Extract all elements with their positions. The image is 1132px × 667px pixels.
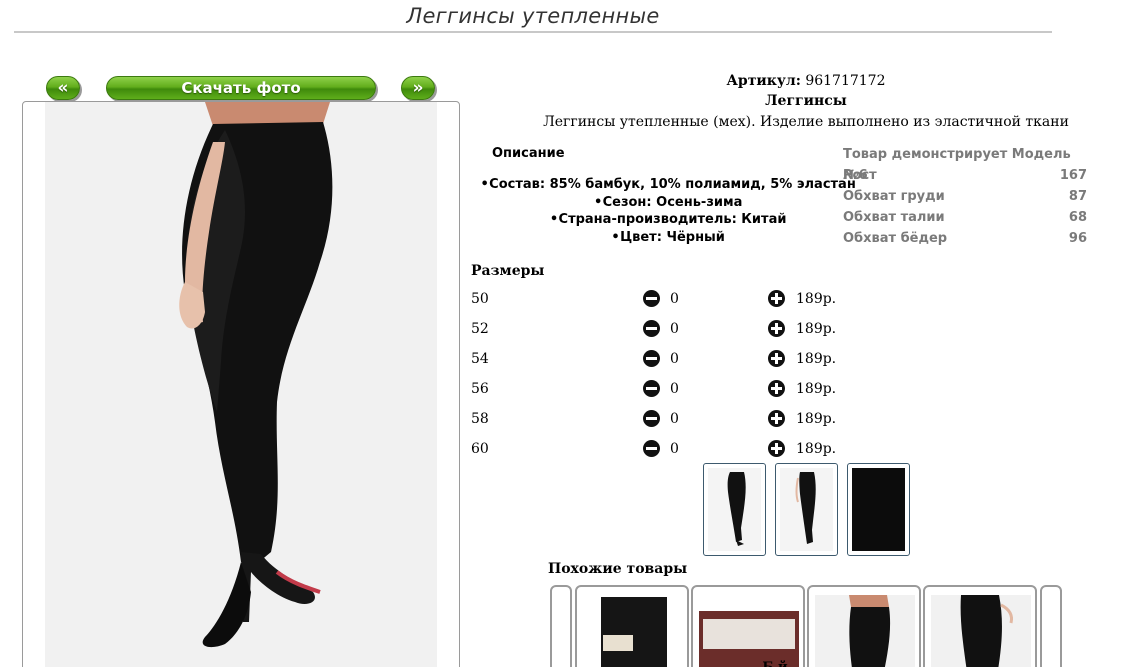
description-item: •Страна-производитель: Китай (549, 212, 787, 227)
carousel-prev-edge[interactable] (550, 585, 572, 667)
minus-circle-icon[interactable] (643, 290, 660, 307)
similar-product-card[interactable] (807, 585, 921, 667)
model-row: Рост 167 (843, 168, 1087, 183)
size-row: 56 0 189р. (471, 379, 851, 401)
description-item: •Сезон: Осень-зима (593, 194, 743, 210)
size-label: 58 (471, 411, 489, 427)
next-photo-button[interactable]: » (401, 76, 435, 100)
main-product-photo[interactable] (45, 102, 437, 667)
size-quantity: 0 (670, 441, 679, 457)
size-row: 60 0 189р. (471, 439, 851, 461)
minus-circle-icon[interactable] (643, 350, 660, 367)
plus-circle-icon[interactable] (768, 290, 785, 307)
size-label: 54 (471, 351, 489, 367)
download-photo-button[interactable]: Скачать фото (106, 76, 376, 100)
model-row: Обхват груди 87 (843, 189, 1087, 204)
carousel-next-edge[interactable] (1040, 585, 1062, 667)
model-measurements: Товар демонстрирует Модель №6 Рост 167 Об… (843, 144, 1087, 249)
size-price: 189р. (796, 381, 837, 397)
size-quantity: 0 (670, 291, 679, 307)
product-thumbnail[interactable] (847, 463, 910, 556)
similar-products-heading: Похожие товары (548, 561, 688, 577)
article-line: Артикул: 961717172 (470, 73, 1132, 89)
size-price: 189р. (796, 441, 837, 457)
size-quantity: 0 (670, 411, 679, 427)
size-label: 60 (471, 441, 489, 457)
size-price: 189р. (796, 321, 837, 337)
article-label: Артикул: (726, 73, 801, 89)
product-description: Леггинсы утепленные (мех). Изделие выпол… (543, 114, 1069, 130)
similar-product-image (815, 595, 915, 667)
description-list: •Состав: 85% бамбук, 10% полиамид, 5% эл… (478, 176, 858, 246)
size-row: 50 0 189р. (471, 289, 851, 311)
size-row: 54 0 189р. (471, 349, 851, 371)
similar-product-image (583, 595, 681, 667)
description-item: •Состав: 85% бамбук, 10% полиамид, 5% эл… (480, 177, 856, 192)
plus-circle-icon[interactable] (768, 410, 785, 427)
plus-circle-icon[interactable] (768, 440, 785, 457)
size-price: 189р. (796, 351, 837, 367)
page-title: Леггинсы утепленные (406, 4, 660, 28)
minus-circle-icon[interactable] (643, 380, 660, 397)
description-item: •Цвет: Чёрный (611, 229, 725, 245)
similar-product-image (699, 611, 799, 667)
thumbnail-image (708, 468, 761, 551)
size-quantity: 0 (670, 321, 679, 337)
main-photo-frame (22, 101, 460, 667)
size-label: 52 (471, 321, 489, 337)
thumbnail-image (852, 468, 905, 551)
similar-product-image (931, 595, 1031, 667)
title-divider (14, 31, 1052, 33)
size-label: 56 (471, 381, 489, 397)
similar-product-card[interactable] (923, 585, 1037, 667)
model-row: Обхват бёдер 96 (843, 231, 1087, 246)
product-name: Леггинсы (765, 93, 847, 109)
plus-circle-icon[interactable] (768, 350, 785, 367)
product-thumbnail[interactable] (775, 463, 838, 556)
size-price: 189р. (796, 291, 837, 307)
model-leggings-image (45, 102, 437, 667)
minus-circle-icon[interactable] (643, 410, 660, 427)
product-thumbnail[interactable] (703, 463, 766, 556)
minus-circle-icon[interactable] (643, 440, 660, 457)
article-value: 961717172 (805, 73, 886, 89)
description-heading: Описание (492, 146, 565, 161)
size-label: 50 (471, 291, 489, 307)
model-row: Обхват талии 68 (843, 210, 1087, 225)
size-quantity: 0 (670, 351, 679, 367)
similar-product-caption: Б й (700, 660, 850, 667)
thumbnail-image (780, 468, 833, 551)
size-row: 58 0 189р. (471, 409, 851, 431)
size-quantity: 0 (670, 381, 679, 397)
minus-circle-icon[interactable] (643, 320, 660, 337)
size-row: 52 0 189р. (471, 319, 851, 341)
size-price: 189р. (796, 411, 837, 427)
plus-circle-icon[interactable] (768, 320, 785, 337)
model-row: Товар демонстрирует Модель №6 (843, 147, 1071, 183)
prev-photo-button[interactable]: « (46, 76, 80, 100)
similar-product-card[interactable] (691, 585, 805, 667)
plus-circle-icon[interactable] (768, 380, 785, 397)
similar-product-card[interactable] (575, 585, 689, 667)
sizes-heading: Размеры (471, 263, 545, 279)
